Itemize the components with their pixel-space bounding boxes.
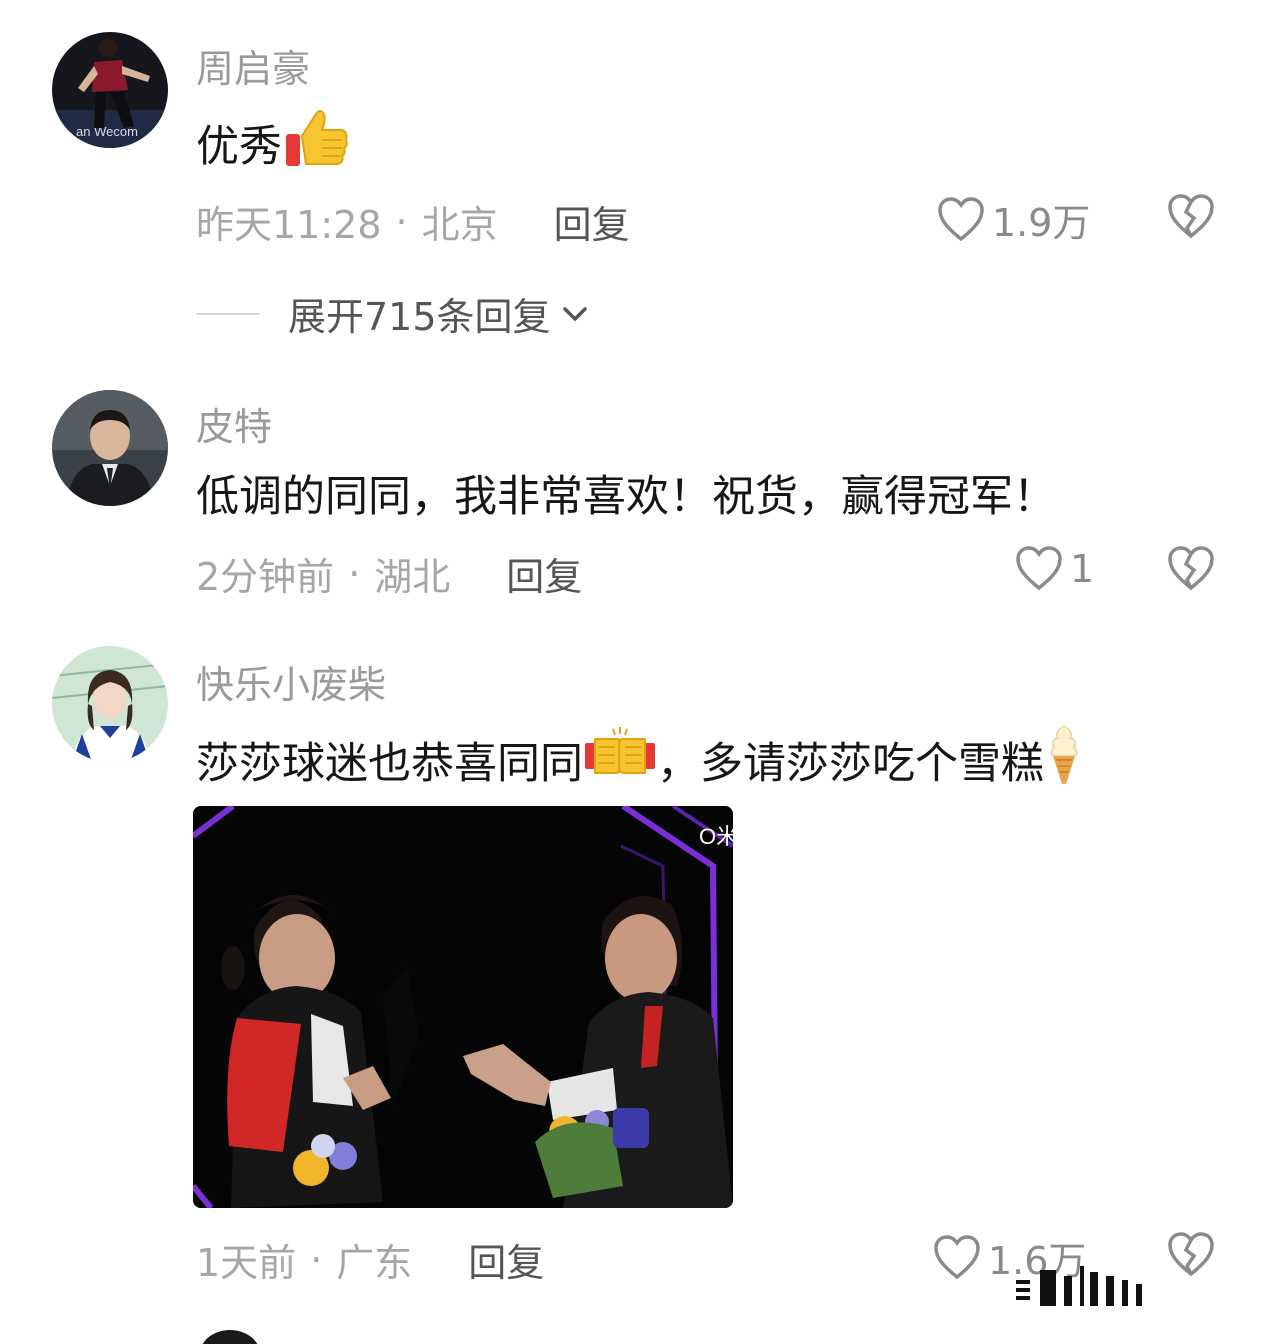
comment-time: 1天前 [196, 1241, 297, 1285]
chevron-down-icon [562, 306, 587, 321]
expand-replies-label: 展开715条回复 [288, 295, 551, 339]
expand-replies-button[interactable]: 展开715条回复 [196, 286, 593, 341]
reply-button[interactable]: 回复 [554, 194, 630, 249]
broken-heart-icon [1168, 194, 1214, 239]
username[interactable]: 周启豪 [196, 38, 310, 93]
avatar[interactable]: an Wecom [52, 32, 168, 148]
comment-location: 湖北 [374, 555, 451, 599]
ice-cream-icon [1044, 722, 1084, 797]
next-comment-avatar[interactable] [200, 1324, 260, 1344]
watermark-logo [1016, 1262, 1176, 1316]
comment-text-part1: 莎莎球迷也恭喜同同 [196, 738, 583, 789]
comment-text: 低调的同同，我非常喜欢！祝货，赢得冠军！ [196, 462, 1056, 524]
fist-bump-icon [583, 725, 657, 794]
comment-photo[interactable]: O米 [193, 806, 733, 1208]
image-text: O米 [699, 824, 733, 849]
username[interactable]: 快乐小废柴 [196, 654, 386, 709]
comment-text: 莎莎球迷也恭喜同同 ，多请莎莎吃个雪糕 [196, 722, 1084, 797]
avatar[interactable] [52, 646, 168, 762]
comment-text-part2: ，多请莎莎吃个雪糕 [657, 738, 1044, 789]
reply-button[interactable]: 回复 [468, 1232, 544, 1287]
heart-icon [1016, 546, 1062, 591]
heart-icon [938, 196, 984, 241]
like-button[interactable]: 1 [1014, 544, 1094, 594]
broken-heart-icon [1168, 546, 1214, 591]
avatar[interactable] [52, 390, 168, 506]
dislike-button[interactable] [1166, 544, 1216, 598]
like-button[interactable]: 1.9万 [936, 192, 1090, 247]
comment-time: 昨天11:28 [196, 203, 382, 247]
comment-text-label: 低调的同同，我非常喜欢！祝货，赢得冠军！ [196, 472, 1056, 522]
comment-meta: 昨天11:28 · 北京 回复 [196, 194, 630, 249]
meta-separator: · [348, 551, 361, 596]
comment-text: 优秀 [196, 102, 352, 183]
heart-icon [934, 1234, 980, 1279]
expand-divider [196, 312, 260, 315]
thumbs-up-icon [282, 102, 352, 183]
like-count: 1.9万 [992, 201, 1091, 245]
username[interactable]: 皮特 [196, 396, 272, 451]
reply-button[interactable]: 回复 [506, 546, 582, 601]
comment-text-label: 优秀 [196, 121, 282, 172]
comment-time: 2分钟前 [196, 555, 335, 599]
comment-meta: 2分钟前 · 湖北 回复 [196, 546, 582, 601]
meta-separator: · [395, 199, 408, 244]
comment-location: 广东 [336, 1241, 413, 1285]
meta-separator: · [310, 1237, 323, 1282]
comment-meta: 1天前 · 广东 回复 [196, 1232, 544, 1287]
dislike-button[interactable] [1166, 192, 1216, 246]
like-count: 1 [1070, 547, 1095, 591]
comment-location: 北京 [421, 203, 498, 247]
